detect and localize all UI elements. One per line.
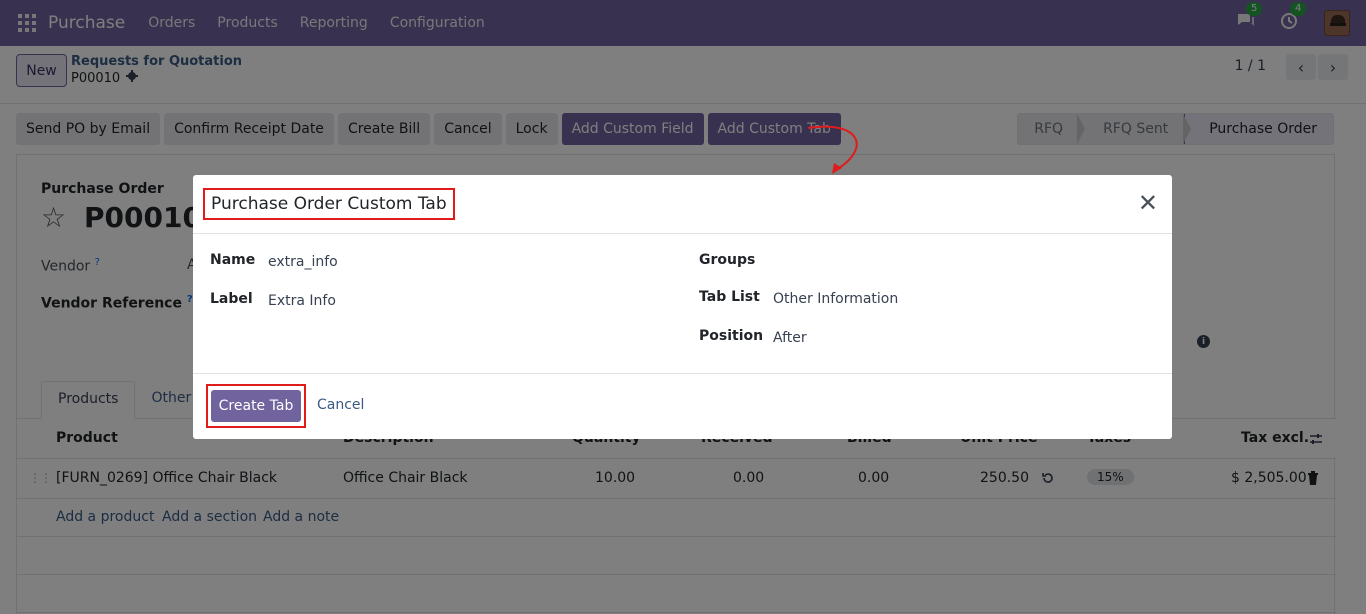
label-field[interactable]: Extra Info bbox=[268, 293, 336, 309]
label-label: Label bbox=[210, 291, 253, 307]
dialog-header: Purchase Order Custom Tab ✕ bbox=[193, 175, 1172, 234]
position-field[interactable]: After bbox=[773, 330, 807, 346]
name-field[interactable]: extra_info bbox=[268, 254, 338, 270]
position-label: Position bbox=[699, 328, 764, 344]
custom-tab-dialog: Purchase Order Custom Tab ✕ Name extra_i… bbox=[193, 175, 1172, 439]
groups-field[interactable] bbox=[773, 254, 1133, 274]
create-tab-button[interactable]: Create Tab bbox=[211, 390, 301, 422]
dialog-title: Purchase Order Custom Tab bbox=[203, 188, 455, 220]
tab-list-field[interactable]: Other Information bbox=[773, 291, 898, 307]
tab-list-label: Tab List bbox=[699, 289, 760, 305]
cancel-button[interactable]: Cancel bbox=[317, 397, 364, 413]
annotation-arrow-icon bbox=[807, 125, 858, 174]
create-tab-highlight: Create Tab bbox=[206, 384, 306, 428]
groups-label: Groups bbox=[699, 252, 756, 268]
dialog-footer: Create Tab Cancel bbox=[193, 373, 1172, 439]
name-label: Name bbox=[210, 252, 256, 268]
close-icon[interactable]: ✕ bbox=[1138, 191, 1158, 215]
